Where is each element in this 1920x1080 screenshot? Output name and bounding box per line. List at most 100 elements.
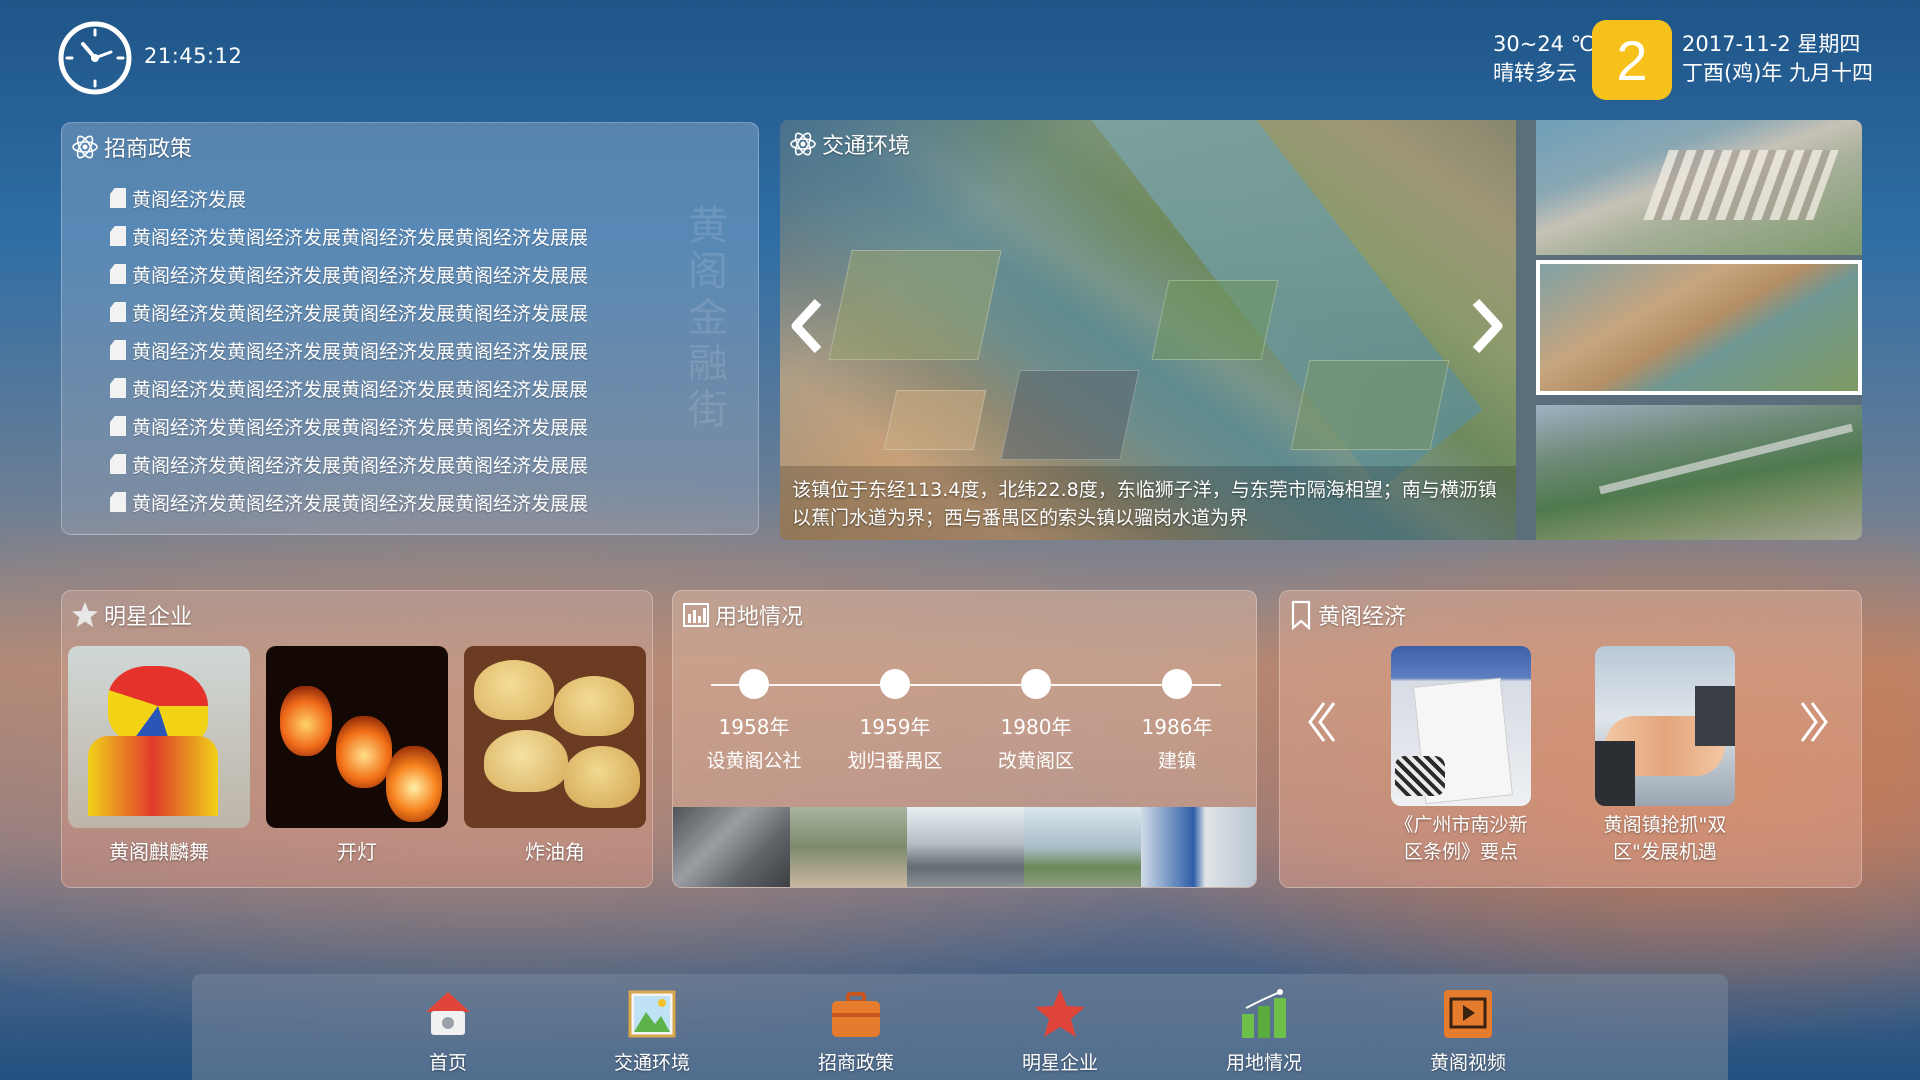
land-photo[interactable] xyxy=(907,807,1024,887)
document-icon xyxy=(110,188,126,208)
economy-next-button[interactable] xyxy=(1798,699,1832,754)
carousel-next-button[interactable] xyxy=(1466,298,1506,364)
policy-panel: 黄阁金融街 招商政策 黄阁经济发展 黄阁经济发黄阁经济发展黄阁经济发展黄阁经济发… xyxy=(61,122,759,535)
timeline-year: 1959年 xyxy=(859,715,931,739)
bar-chart-icon xyxy=(683,603,709,627)
star-icon xyxy=(1032,986,1088,1042)
star-enterprise-card[interactable]: 开灯 xyxy=(266,646,448,865)
carousel-thumbnail[interactable] xyxy=(1536,405,1862,540)
star-enterprise-card[interactable]: 炸油角 xyxy=(464,646,646,865)
land-photo[interactable] xyxy=(1141,807,1256,887)
policy-item-text: 黄阁经济发黄阁经济发展黄阁经济发展黄阁经济发展展 xyxy=(132,302,589,325)
policy-list-item[interactable]: 黄阁经济发黄阁经济发展黄阁经济发展黄阁经济发展展 xyxy=(110,445,588,483)
document-icon xyxy=(110,378,126,398)
policy-item-text: 黄阁经济发黄阁经济发展黄阁经济发展黄阁经济发展展 xyxy=(132,416,589,439)
carousel-thumbnail[interactable] xyxy=(1536,120,1862,255)
document-icon xyxy=(110,264,126,284)
economy-news-label: 《广州市南沙新区条例》要点 xyxy=(1394,814,1528,863)
dock-item-label: 首页 xyxy=(428,1052,467,1074)
timeline-year: 1986年 xyxy=(1141,715,1213,739)
traffic-panel: 该镇位于东经113.4度，北纬22.8度，东临狮子洋，与东莞市隔海相望；南与横沥… xyxy=(780,120,1862,540)
dock-item-label: 招商政策 xyxy=(817,1052,894,1074)
land-photo-strip xyxy=(673,807,1256,887)
dock-item-label: 明星企业 xyxy=(1021,1052,1098,1074)
star-enterprises-panel-title: 明星企业 xyxy=(70,599,192,631)
lantern-shape xyxy=(386,746,442,822)
weather-info: 30~24 ℃ 晴转多云 xyxy=(1493,30,1594,88)
timeline-dot xyxy=(880,669,910,699)
weather-temperature: 30~24 ℃ xyxy=(1493,32,1595,56)
policy-item-text: 黄阁经济发黄阁经济发展黄阁经济发展黄阁经济发展展 xyxy=(132,226,589,249)
clock-icon xyxy=(57,20,133,96)
document-icon xyxy=(110,302,126,322)
land-use-panel-title: 用地情况 xyxy=(681,599,803,631)
timeline-description: 建镇 xyxy=(1157,750,1196,772)
document-icon xyxy=(110,454,126,474)
dock-item-land[interactable]: 用地情况 xyxy=(1194,986,1334,1075)
carousel-prev-button[interactable] xyxy=(788,298,828,364)
timeline-node[interactable]: 1959年 划归番禺区 xyxy=(825,669,965,773)
hand-shape xyxy=(1395,756,1445,796)
qilin-dance-image xyxy=(68,646,250,828)
economy-prev-button[interactable] xyxy=(1304,699,1338,754)
timeline-description: 改黄阁区 xyxy=(997,750,1074,772)
dumpling-shape xyxy=(554,676,634,736)
dock-item-traffic[interactable]: 交通环境 xyxy=(582,986,722,1075)
double-chevron-left-icon xyxy=(1308,702,1336,742)
policy-list-item[interactable]: 黄阁经济发黄阁经济发展黄阁经济发展黄阁经济发展展 xyxy=(110,293,588,331)
timeline-node[interactable]: 1980年 改黄阁区 xyxy=(966,669,1106,773)
economy-title-text: 黄阁经济 xyxy=(1318,605,1407,630)
land-photo[interactable] xyxy=(790,807,907,887)
date-info: 2017-11-2 星期四 丁酉(鸡)年 九月十四 xyxy=(1682,30,1873,88)
sleeve-shape xyxy=(1595,741,1635,806)
land-photo[interactable] xyxy=(1024,807,1141,887)
lion-head-shape xyxy=(108,666,208,746)
economy-news-card[interactable]: 黄阁镇抢抓"双区"发展机遇 xyxy=(1590,646,1740,866)
field-shape xyxy=(828,250,1002,360)
field-shape xyxy=(1000,370,1140,460)
document-icon xyxy=(110,492,126,512)
dock-item-policy[interactable]: 招商政策 xyxy=(786,986,926,1075)
dock-item-label: 黄阁视频 xyxy=(1429,1052,1506,1074)
dock-item-label: 用地情况 xyxy=(1225,1052,1302,1074)
carousel-thumbnails xyxy=(1536,120,1862,540)
dock-item-video[interactable]: 黄阁视频 xyxy=(1398,986,1538,1075)
chevron-left-icon xyxy=(791,298,822,354)
carousel-thumbnail-active[interactable] xyxy=(1536,260,1862,395)
briefcase-icon xyxy=(828,986,884,1042)
policy-title-text: 招商政策 xyxy=(104,137,193,162)
timeline-node[interactable]: 1958年 设黄阁公社 xyxy=(684,669,824,773)
atom-icon xyxy=(790,132,816,156)
policy-list-item[interactable]: 黄阁经济发黄阁经济发展黄阁经济发展黄阁经济发展展 xyxy=(110,407,588,445)
star-enterprise-label: 炸油角 xyxy=(525,840,585,864)
policy-list-item[interactable]: 黄阁经济发黄阁经济发展黄阁经济发展黄阁经济发展展 xyxy=(110,255,588,293)
timeline-node[interactable]: 1986年 建镇 xyxy=(1107,669,1247,773)
policy-list-item[interactable]: 黄阁经济发黄阁经济发展黄阁经济发展黄阁经济发展展 xyxy=(110,331,588,369)
traffic-caption: 该镇位于东经113.4度，北纬22.8度，东临狮子洋，与东莞市隔海相望；南与横沥… xyxy=(780,466,1516,540)
dock-item-home[interactable]: 首页 xyxy=(378,986,518,1075)
policy-list-item[interactable]: 黄阁经济发黄阁经济发展黄阁经济发展黄阁经济发展展 xyxy=(110,217,588,255)
field-shape xyxy=(1290,360,1450,450)
watermark-text: 黄阁金融街 xyxy=(688,203,728,433)
star-enterprises-title-text: 明星企业 xyxy=(104,605,193,630)
policy-list-item[interactable]: 黄阁经济发黄阁经济发展黄阁经济发展黄阁经济发展展 xyxy=(110,369,588,407)
sleeve-shape xyxy=(1695,686,1735,746)
policy-list-item[interactable]: 黄阁经济发展 xyxy=(110,179,588,217)
weather-description: 晴转多云 xyxy=(1493,61,1577,85)
dumpling-shape xyxy=(564,746,640,808)
document-icon xyxy=(110,340,126,360)
economy-news-label: 黄阁镇抢抓"双区"发展机遇 xyxy=(1603,814,1727,863)
double-chevron-right-icon xyxy=(1800,702,1828,742)
day-badge: 2 xyxy=(1592,20,1672,100)
policy-item-text: 黄阁经济发黄阁经济发展黄阁经济发展黄阁经济发展展 xyxy=(132,264,589,287)
land-photo[interactable] xyxy=(673,807,790,887)
economy-news-card[interactable]: 《广州市南沙新区条例》要点 xyxy=(1386,646,1536,866)
timeline-year: 1980年 xyxy=(1000,715,1072,739)
dock-item-stars[interactable]: 明星企业 xyxy=(990,986,1130,1075)
policy-list-item[interactable]: 黄阁经济发黄阁经济发展黄阁经济发展黄阁经济发展展 xyxy=(110,483,588,521)
lantern-shape xyxy=(280,686,332,756)
star-enterprise-card[interactable]: 黄阁麒麟舞 xyxy=(68,646,250,865)
lantern-shape xyxy=(336,716,392,788)
star-enterprise-label: 黄阁麒麟舞 xyxy=(109,840,209,864)
traffic-main-image[interactable]: 该镇位于东经113.4度，北纬22.8度，东临狮子洋，与东莞市隔海相望；南与横沥… xyxy=(780,120,1516,540)
